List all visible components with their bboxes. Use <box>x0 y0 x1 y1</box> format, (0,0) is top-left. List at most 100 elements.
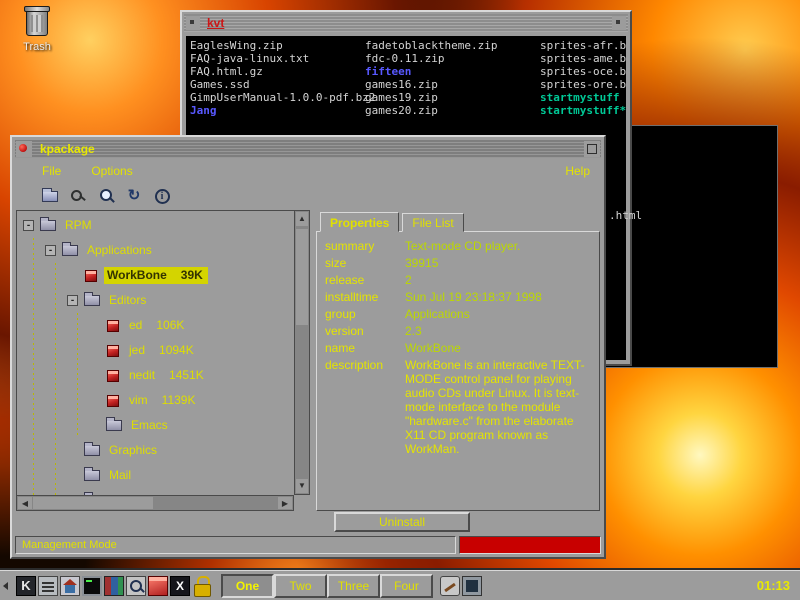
scroll-up-icon[interactable]: ▲ <box>296 212 308 226</box>
file-name[interactable]: sprites-ame.bmp <box>540 52 626 65</box>
file-name[interactable]: GimpUserManual-1.0.0-pdf.bz2 <box>190 91 365 104</box>
workspace-four-button[interactable]: Four <box>380 574 433 598</box>
taskbar-find-button[interactable] <box>125 574 147 598</box>
tree-item-graphics[interactable]: Graphics <box>17 438 294 463</box>
taskbar-x11-button[interactable] <box>169 574 191 598</box>
file-name[interactable]: startmystuff <box>540 91 619 104</box>
expander-icon[interactable]: - <box>45 245 56 256</box>
tree-item-emacs[interactable]: Emacs <box>17 413 294 438</box>
property-value: 2 <box>405 273 595 287</box>
tree-guide-line <box>23 238 45 263</box>
tree-item-mail[interactable]: Mail <box>17 463 294 488</box>
tree-vertical-scrollbar[interactable]: ▲ ▼ <box>294 210 310 495</box>
taskbar-home-button[interactable] <box>59 574 81 598</box>
horizontal-scroll-thumb[interactable] <box>33 497 153 509</box>
tab-properties[interactable]: Properties <box>320 212 399 232</box>
scroll-down-icon[interactable]: ▼ <box>296 479 308 493</box>
tree-item-ed[interactable]: ed106K <box>17 313 294 338</box>
info-button[interactable] <box>148 184 176 208</box>
file-name[interactable]: startmystuff* <box>540 104 626 117</box>
tree-item-nedit[interactable]: nedit 1451K <box>17 363 294 388</box>
file-name[interactable]: games19.zip <box>365 91 540 104</box>
panel-hide-left-button[interactable] <box>2 574 11 598</box>
vertical-scroll-thumb[interactable] <box>296 229 308 325</box>
tree-guide-line <box>23 438 45 463</box>
property-key: release <box>325 273 405 287</box>
open-folder-button[interactable] <box>36 184 64 208</box>
terminal-sticky-button[interactable] <box>612 16 626 30</box>
tree-item-applications[interactable]: -Applications <box>17 238 294 263</box>
tree-item-editors[interactable]: -Editors <box>17 288 294 313</box>
file-name[interactable]: fdc-0.11.zip <box>365 52 540 65</box>
expander-icon[interactable]: - <box>23 220 34 231</box>
taskbar-kpackage-button[interactable] <box>147 574 169 598</box>
scroll-left-icon[interactable]: ◀ <box>18 497 32 509</box>
taskbar-gimp-button[interactable] <box>439 574 461 598</box>
file-name[interactable]: Games.ssd <box>190 78 365 91</box>
tree-item-math[interactable]: Math <box>17 488 294 495</box>
file-name[interactable]: games20.zip <box>365 104 540 117</box>
tree-item-vim[interactable]: vim1139K <box>17 388 294 413</box>
scroll-right-icon[interactable]: ▶ <box>278 497 292 509</box>
find-icon <box>126 576 146 596</box>
file-name[interactable]: sprites-ore.bmp <box>540 78 626 91</box>
workspace-three-button[interactable]: Three <box>327 574 380 598</box>
property-value: WorkBone is an interactive TEXT-MODE con… <box>405 358 595 456</box>
tree-guide-line <box>23 488 45 495</box>
tree-guide-line <box>45 263 67 288</box>
tree-guide-line <box>67 388 89 413</box>
terminal-titlebar[interactable]: kvt <box>184 14 628 32</box>
menu-options[interactable]: Options <box>91 164 132 178</box>
workspace-two-button[interactable]: Two <box>274 574 327 598</box>
file-name[interactable]: FAQ.html.gz <box>190 65 365 78</box>
file-name[interactable]: Jang <box>190 104 365 117</box>
property-row-description: descriptionWorkBone is an interactive TE… <box>325 358 595 456</box>
taskbar-help-books-button[interactable] <box>103 574 125 598</box>
tree-item-rpm[interactable]: -RPM <box>17 213 294 238</box>
uninstall-button[interactable]: Uninstall <box>334 512 470 532</box>
window-menu-button[interactable] <box>16 141 32 157</box>
file-name[interactable]: sprites-afr.bmp <box>540 39 626 52</box>
file-name[interactable]: fadetoblacktheme.zip <box>365 39 540 52</box>
tree-item-label: nedit <box>129 368 155 382</box>
taskbar-terminal-button[interactable] <box>81 574 103 598</box>
taskbar-k-menu-button[interactable] <box>15 574 37 598</box>
key-button[interactable] <box>64 184 92 208</box>
file-name[interactable]: EaglesWing.zip <box>190 39 365 52</box>
file-name[interactable]: FAQ-java-linux.txt <box>190 52 365 65</box>
tree-item-label: ed <box>129 318 142 332</box>
tree-item-size: 1139K <box>162 393 196 407</box>
kpackage-icon <box>148 576 168 596</box>
status-text: Management Mode <box>15 536 456 554</box>
tree-item-label: jed <box>129 343 145 357</box>
tree-item-workbone[interactable]: WorkBone39K <box>17 263 294 288</box>
tree-guide-line <box>45 413 67 438</box>
lock-icon <box>192 576 212 596</box>
expander-icon[interactable]: - <box>67 295 78 306</box>
terminal-file-row: FAQ-java-linux.txtfdc-0.11.zipsprites-am… <box>190 52 622 65</box>
taskbar-monitor-button[interactable] <box>461 574 483 598</box>
reload-button[interactable] <box>120 184 148 208</box>
property-value: Text-mode CD player. <box>405 239 595 253</box>
tab-file-list[interactable]: File List <box>402 213 463 232</box>
file-name[interactable]: games16.zip <box>365 78 540 91</box>
tree-guide-line <box>67 363 89 388</box>
tree-item-size: 1451K <box>169 368 204 382</box>
terminal-title: kvt <box>207 16 610 30</box>
trash-icon[interactable]: Trash <box>14 10 60 53</box>
taskbar-window-list-button[interactable] <box>37 574 59 598</box>
workspace-one-button[interactable]: One <box>221 574 274 598</box>
taskbar-lock-button[interactable] <box>191 574 213 598</box>
tree-guide-line <box>23 413 45 438</box>
kpackage-titlebar[interactable]: kpackage <box>15 140 601 158</box>
file-name[interactable]: fifteen <box>365 65 540 78</box>
maximize-button[interactable] <box>584 141 600 157</box>
terminal-menu-button[interactable] <box>186 16 200 30</box>
tree-item-jed[interactable]: jed1094K <box>17 338 294 363</box>
search-button[interactable] <box>92 184 120 208</box>
menu-help[interactable]: Help <box>565 164 590 178</box>
tree-horizontal-scrollbar[interactable]: ◀ ▶ <box>16 495 294 511</box>
menu-file[interactable]: File <box>42 164 61 178</box>
tree-guide-line <box>45 338 67 363</box>
file-name[interactable]: sprites-oce.bmp.gz <box>540 65 626 78</box>
